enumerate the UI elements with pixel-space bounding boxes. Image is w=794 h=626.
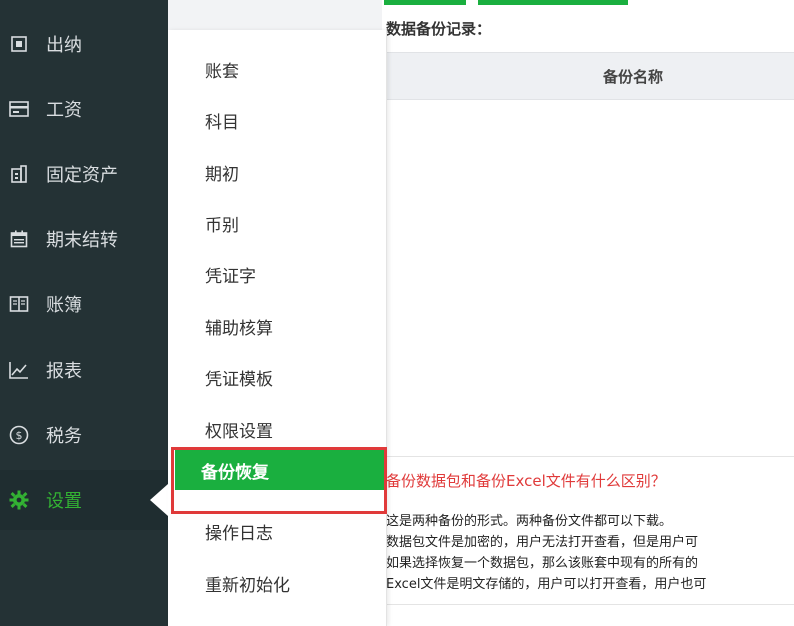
cashier-icon <box>9 34 29 54</box>
submenu-item-permissions[interactable]: 权限设置 <box>168 409 386 449</box>
toolbar-button-2[interactable] <box>478 0 628 5</box>
submenu-item-currency[interactable]: 币别 <box>168 203 386 243</box>
sidebar-item-cashier[interactable]: 出纳 <box>0 14 168 74</box>
chart-icon <box>9 360 29 380</box>
sidebar-item-period-end[interactable]: 期末结转 <box>0 209 168 269</box>
submenu-item-label: 权限设置 <box>205 421 273 442</box>
calendar-icon <box>9 229 29 249</box>
submenu-item-label: 凭证模板 <box>205 369 273 390</box>
gear-icon <box>9 490 29 510</box>
records-title: 数据备份记录： <box>386 20 492 38</box>
building-icon <box>9 164 29 184</box>
submenu-item-label: 科目 <box>205 112 239 133</box>
faq-answer-line: 这是两种备份的形式。两种备份文件都可以下载。 <box>386 514 673 529</box>
submenu-pointer <box>150 484 168 516</box>
sidebar-item-label: 固定资产 <box>46 165 118 186</box>
submenu-item-voucher-type[interactable]: 凭证字 <box>168 254 386 294</box>
header-strip <box>168 0 382 30</box>
submenu-item-opening[interactable]: 期初 <box>168 152 386 192</box>
records-table-header: 备份名称 <box>386 52 794 100</box>
sidebar-item-label: 税务 <box>46 426 82 447</box>
sidebar-item-label: 报表 <box>46 361 82 382</box>
selection-highlight-box <box>171 447 387 514</box>
submenu-item-subjects[interactable]: 科目 <box>168 100 386 140</box>
sidebar-item-reports[interactable]: 报表 <box>0 340 168 400</box>
sidebar-item-label: 出纳 <box>46 35 82 56</box>
faq-answer-line: Excel文件是明文存储的，用户可以打开查看，用户也可 <box>386 577 707 592</box>
submenu-item-label: 重新初始化 <box>205 575 290 596</box>
submenu-item-label: 币别 <box>205 215 239 236</box>
submenu-item-reinitialize[interactable]: 重新初始化 <box>168 563 386 603</box>
sidebar-item-fixed-assets[interactable]: 固定资产 <box>0 144 168 204</box>
sidebar-item-ledger[interactable]: 账簿 <box>0 274 168 334</box>
svg-text:$: $ <box>16 429 23 442</box>
divider <box>386 456 794 457</box>
toolbar-button-1[interactable] <box>384 0 466 5</box>
submenu-item-label: 凭证字 <box>205 266 256 287</box>
salary-card-icon <box>9 99 29 119</box>
faq-answer-line: 如果选择恢复一个数据包，那么该账套中现有的所有的 <box>386 556 699 571</box>
sidebar-item-salary[interactable]: 工资 <box>0 79 168 139</box>
sidebar-item-settings[interactable]: 设置 <box>0 470 168 530</box>
submenu-item-label: 期初 <box>205 164 239 185</box>
submenu-item-label: 操作日志 <box>205 523 273 544</box>
submenu-item-account-set[interactable]: 账套 <box>168 49 386 89</box>
sidebar-item-label: 期末结转 <box>46 230 118 251</box>
submenu-item-label: 账套 <box>205 61 239 82</box>
submenu-item-label: 辅助核算 <box>205 318 273 339</box>
sidebar-item-label: 账簿 <box>46 295 82 316</box>
column-header-backup-name: 备份名称 <box>603 68 664 86</box>
sidebar: 出纳 工资 固定资产 期末结转 账簿 报表 $ 税务 设置 <box>0 0 168 626</box>
submenu-item-operation-log[interactable]: 操作日志 <box>168 511 386 551</box>
tax-coin-icon: $ <box>9 425 29 445</box>
settings-submenu: 账套 科目 期初 币别 凭证字 辅助核算 凭证模板 权限设置 备份恢复 操作日志… <box>168 30 387 626</box>
submenu-item-voucher-template[interactable]: 凭证模板 <box>168 357 386 397</box>
divider <box>386 604 794 605</box>
sidebar-item-label: 工资 <box>46 100 82 121</box>
faq-question-link[interactable]: 备份数据包和备份Excel文件有什么区别？ <box>386 470 666 491</box>
submenu-item-auxiliary[interactable]: 辅助核算 <box>168 306 386 346</box>
sidebar-item-label: 设置 <box>46 491 82 512</box>
sidebar-item-tax[interactable]: $ 税务 <box>0 405 168 465</box>
book-icon <box>9 294 29 314</box>
faq-answer-line: 数据包文件是加密的，用户无法打开查看，但是用户可 <box>386 535 699 550</box>
